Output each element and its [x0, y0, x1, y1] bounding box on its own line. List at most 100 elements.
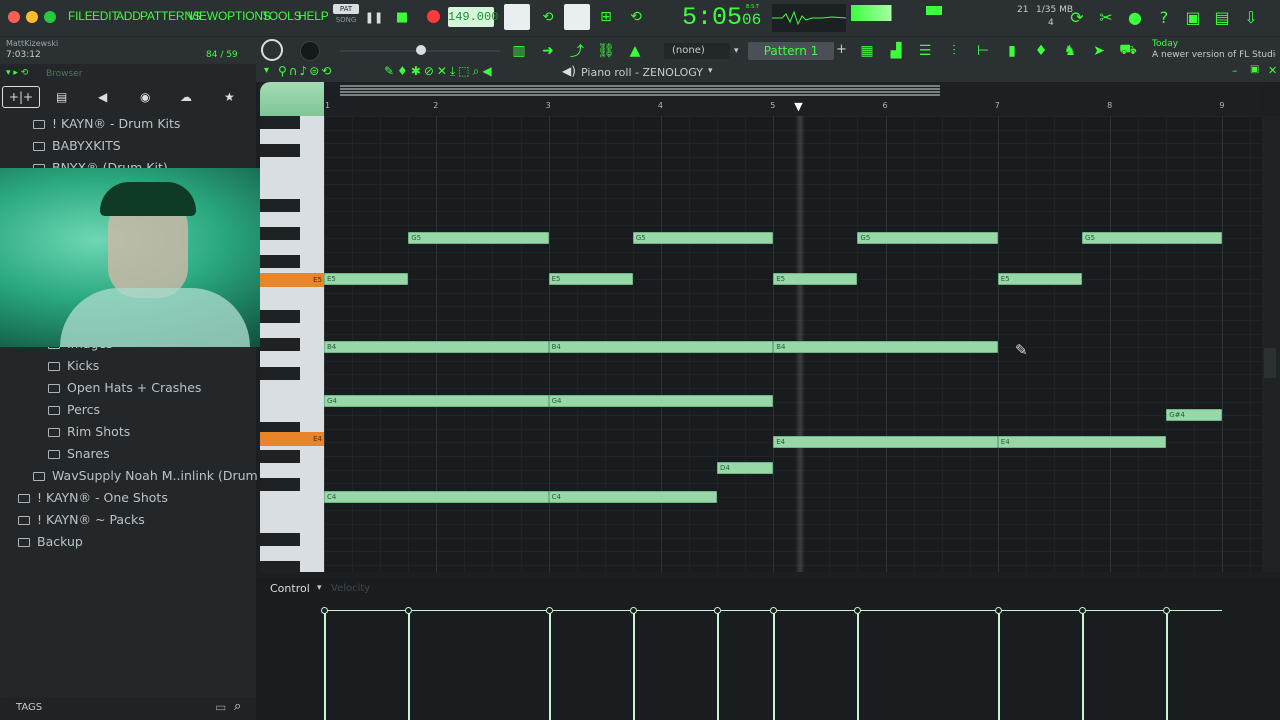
microphone-icon[interactable]: ● [1122, 4, 1148, 30]
save-icon[interactable]: ▣ [1180, 4, 1206, 30]
black-key[interactable] [260, 450, 300, 463]
note[interactable]: E5 [997, 273, 1083, 285]
record-icon[interactable] [427, 10, 440, 23]
cart-icon[interactable]: ⛟ [1115, 38, 1141, 64]
velocity-stem[interactable] [408, 611, 411, 720]
mixer-icon[interactable]: ⫶ [941, 38, 967, 64]
browser-item[interactable]: Percs [48, 402, 100, 424]
control-chevron-icon[interactable]: ▾ [317, 583, 322, 593]
velocity-stem[interactable] [324, 611, 326, 720]
help-icon[interactable]: ? [1151, 4, 1177, 30]
note[interactable]: G5 [857, 232, 998, 244]
velocity-handle[interactable] [321, 607, 328, 614]
note[interactable]: B4 [773, 341, 998, 353]
zoom-window-button[interactable] [44, 11, 56, 23]
velocity-stem[interactable] [717, 611, 720, 720]
event-editor[interactable]: Control ▾ Velocity [256, 578, 1280, 720]
cable-icon[interactable]: ⤴ [564, 38, 590, 64]
note[interactable]: G4 [324, 395, 549, 407]
black-key[interactable] [260, 367, 300, 380]
browser-item[interactable]: ! KAYN® ~ Packs [18, 512, 145, 534]
master-volume-knob[interactable] [261, 39, 283, 61]
pattern-selector[interactable]: Pattern 1 [748, 42, 834, 60]
note[interactable]: G5 [632, 232, 774, 244]
playlist-icon[interactable]: ▦ [854, 38, 880, 64]
speaker-tab-icon[interactable]: ◀ [98, 90, 107, 104]
menu-file[interactable]: FILE [68, 9, 93, 23]
star-tab-icon[interactable]: ★ [224, 90, 235, 104]
note[interactable]: G5 [408, 232, 549, 244]
draw-tools-icon[interactable]: ✎♦✱⊘✕⤓⬚⌕◀ [384, 64, 495, 79]
pat-song-toggle[interactable]: PAT SONG [333, 4, 359, 30]
channel-select[interactable]: (none) [664, 43, 730, 59]
bar-ruler[interactable]: 1 2 3 4 5 6 7 8 9 ▼ [324, 98, 1262, 116]
menu-help[interactable]: HELP [298, 9, 329, 23]
files-tab-icon[interactable]: ▤ [56, 90, 67, 104]
playhead-marker-icon[interactable]: ▼ [794, 100, 802, 113]
black-key[interactable] [260, 533, 300, 546]
tempo-display[interactable]: 149.000 [448, 7, 498, 27]
velocity-handle[interactable] [1079, 607, 1087, 614]
loop-record-icon[interactable]: ⟲ [535, 4, 561, 30]
menu-edit[interactable]: EDIT [92, 9, 119, 23]
velocity-tab[interactable]: Velocity [331, 583, 370, 594]
black-key[interactable] [260, 478, 300, 491]
velocity-handle[interactable] [714, 607, 722, 614]
render-icon[interactable]: ▤ [1209, 4, 1235, 30]
velocity-handle[interactable] [405, 607, 413, 614]
link-icon[interactable]: ⛓ [593, 38, 619, 64]
velocity-stem[interactable] [773, 611, 776, 720]
active-key[interactable]: E5 [260, 273, 324, 287]
velocity-stem[interactable] [857, 611, 860, 720]
velocity-stem[interactable] [632, 611, 635, 720]
cut-icon[interactable]: ✂ [1093, 4, 1119, 30]
tempo-tapper-icon[interactable]: ♞ [1057, 38, 1083, 64]
browser-item[interactable]: WavSupply Noah M..inlink (Drum Kit) [33, 468, 283, 490]
menu-tools[interactable]: TOOLS [262, 9, 302, 23]
cloud-tab-icon[interactable]: ☁ [180, 90, 192, 104]
piano-roll-tools-icon[interactable]: ⚲∩♪⊜⟲ [278, 64, 333, 78]
piano-icon[interactable]: ▥ [506, 38, 532, 64]
stamp-ghost-panel[interactable] [260, 82, 324, 116]
note[interactable]: E5 [324, 273, 409, 285]
velocity-handle[interactable] [770, 607, 778, 614]
browser-item[interactable]: BABYXKITS [33, 138, 121, 160]
note[interactable]: E4 [773, 436, 998, 448]
blend-notes-icon[interactable]: ⟲ [623, 4, 649, 30]
window-minimize-icon[interactable]: – [1232, 64, 1238, 77]
piano-keyboard[interactable]: E5 E4 [260, 116, 324, 574]
note[interactable]: E5 [548, 273, 633, 285]
note[interactable]: G4 [548, 395, 774, 407]
note[interactable]: G5 [1082, 232, 1223, 244]
note[interactable]: D4 [717, 462, 774, 474]
browser-options-icon[interactable]: ▾ ▸ ⟲ [6, 68, 28, 78]
piano-roll-title[interactable]: Piano roll - ZENOLOGY [581, 66, 703, 79]
step-edit-icon[interactable]: ⊞ [593, 4, 619, 30]
black-key[interactable] [260, 255, 300, 268]
arrow-right-icon[interactable]: ➜ [535, 38, 561, 64]
browser-item[interactable]: Snares [48, 446, 110, 468]
file-icon[interactable]: ▮ [999, 38, 1025, 64]
velocity-handle[interactable] [545, 607, 553, 614]
scrollbar-thumb[interactable] [1264, 348, 1276, 378]
pause-icon[interactable]: ❚❚ [361, 4, 387, 30]
black-key[interactable] [260, 338, 300, 351]
piano-roll-icon[interactable]: ▟ [883, 38, 909, 64]
vertical-scrollbar[interactable] [1262, 116, 1280, 572]
menu-view[interactable]: VIEW [188, 9, 218, 23]
folder-icon[interactable]: ▭ [215, 700, 226, 714]
black-key[interactable] [260, 199, 300, 212]
black-key[interactable] [260, 561, 300, 574]
note[interactable]: C4 [548, 491, 718, 503]
velocity-stem[interactable] [997, 611, 1000, 720]
window-close-icon[interactable]: ✕ [1268, 64, 1277, 77]
black-key[interactable] [260, 227, 300, 240]
minimize-window-button[interactable] [26, 11, 38, 23]
plugin-icon[interactable]: ♦ [1028, 38, 1054, 64]
note[interactable]: B4 [324, 341, 549, 353]
close-window-button[interactable] [8, 11, 20, 23]
note[interactable]: C4 [324, 491, 549, 503]
export-icon[interactable]: ⇩ [1238, 4, 1264, 30]
note[interactable]: E4 [997, 436, 1167, 448]
window-restore-icon[interactable]: ▣ [1250, 64, 1259, 75]
